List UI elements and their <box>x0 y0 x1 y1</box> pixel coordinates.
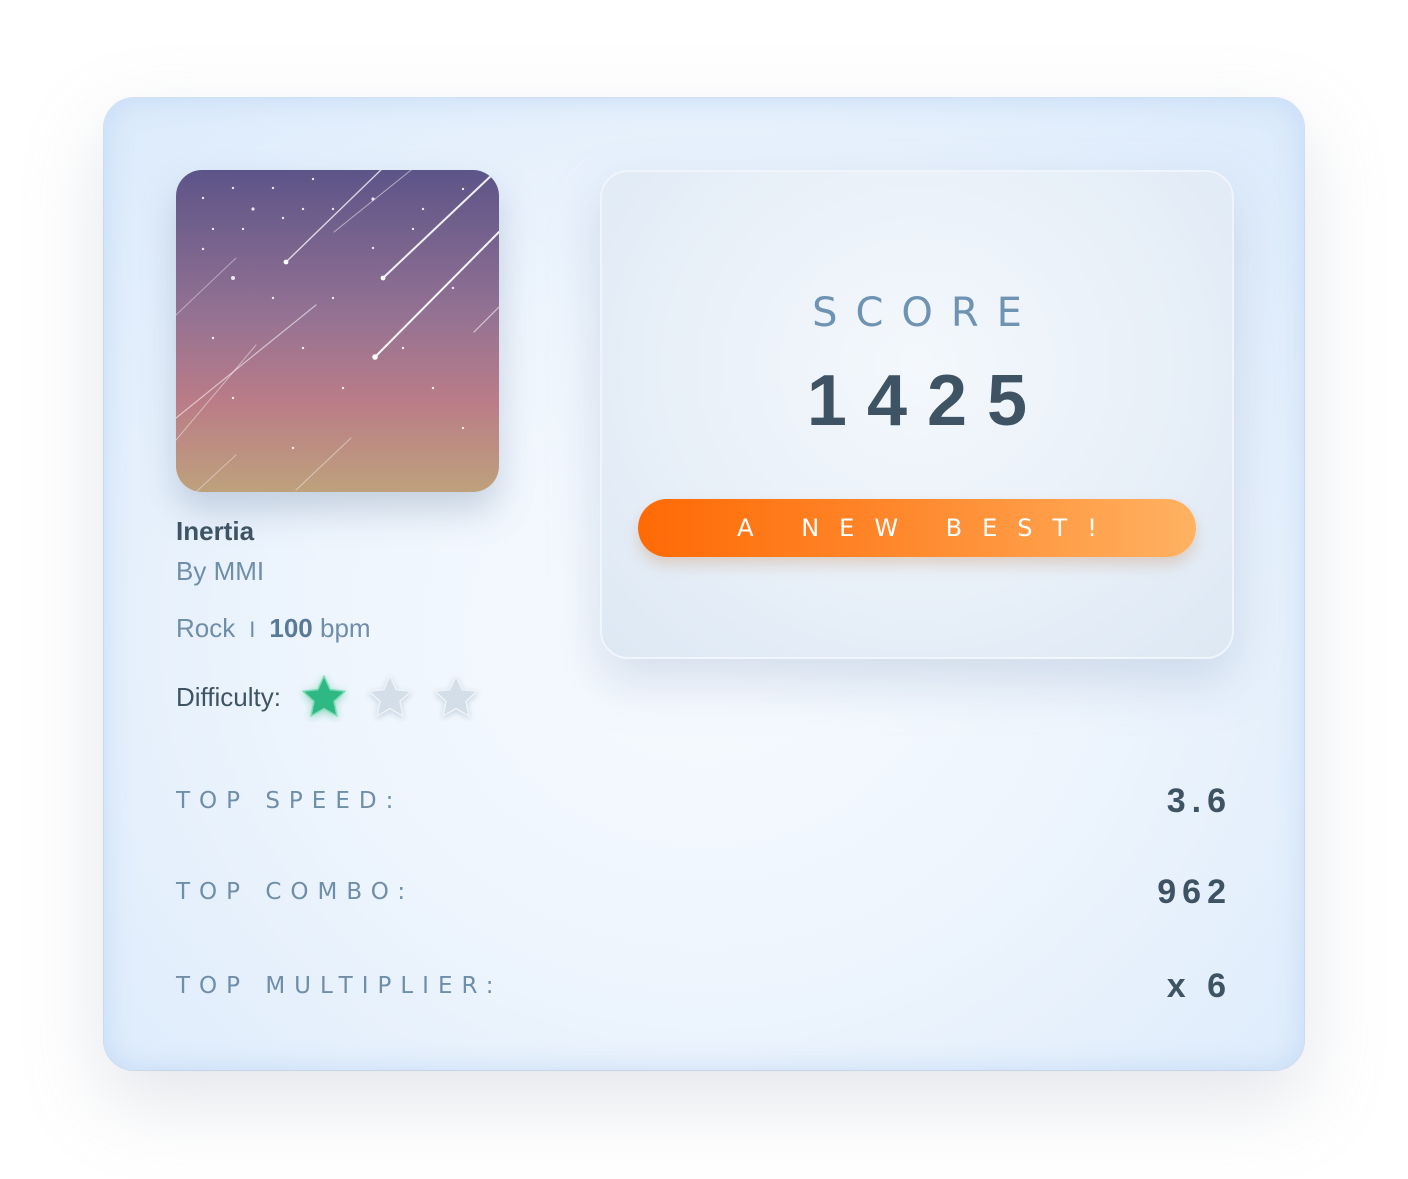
meta-separator: I <box>249 617 256 642</box>
stat-label: TOP MULTIPLIER: <box>176 973 503 999</box>
difficulty-label: Difficulty: <box>176 681 281 712</box>
stat-label: TOP SPEED: <box>176 788 403 814</box>
star-icon <box>431 672 481 722</box>
song-genre: Rock <box>176 613 236 643</box>
stat-value: 962 <box>1157 873 1232 911</box>
stat-value: 3.6 <box>1166 782 1232 820</box>
song-title: Inertia <box>176 516 255 546</box>
stat-row-top-multiplier: TOP MULTIPLIER: x 6 <box>176 967 1232 1013</box>
stat-row-top-combo: TOP COMBO: 962 <box>176 873 1232 919</box>
star-icon <box>299 672 349 722</box>
stat-value: x 6 <box>1166 967 1232 1005</box>
score-label: SCORE <box>812 290 1040 336</box>
star-icon <box>365 672 415 722</box>
results-card: Inertia By MMI Rock I 100 bpm Difficulty: … <box>104 98 1304 1070</box>
new-best-badge: A NEW BEST! <box>638 499 1196 557</box>
difficulty-rating: Difficulty: <box>176 672 481 722</box>
song-meta: Rock I 100 bpm <box>176 613 371 644</box>
bpm-value: 100 <box>269 613 313 643</box>
difficulty-stars <box>299 672 481 722</box>
score-panel: SCORE 1425 A NEW BEST! <box>600 170 1234 659</box>
bpm-unit: bpm <box>320 613 371 643</box>
song-artist: By MMI <box>176 556 265 586</box>
score-value: 1425 <box>806 361 1048 441</box>
stat-label: TOP COMBO: <box>176 879 415 905</box>
stat-row-top-speed: TOP SPEED: 3.6 <box>176 782 1232 828</box>
album-cover-image <box>176 170 499 492</box>
